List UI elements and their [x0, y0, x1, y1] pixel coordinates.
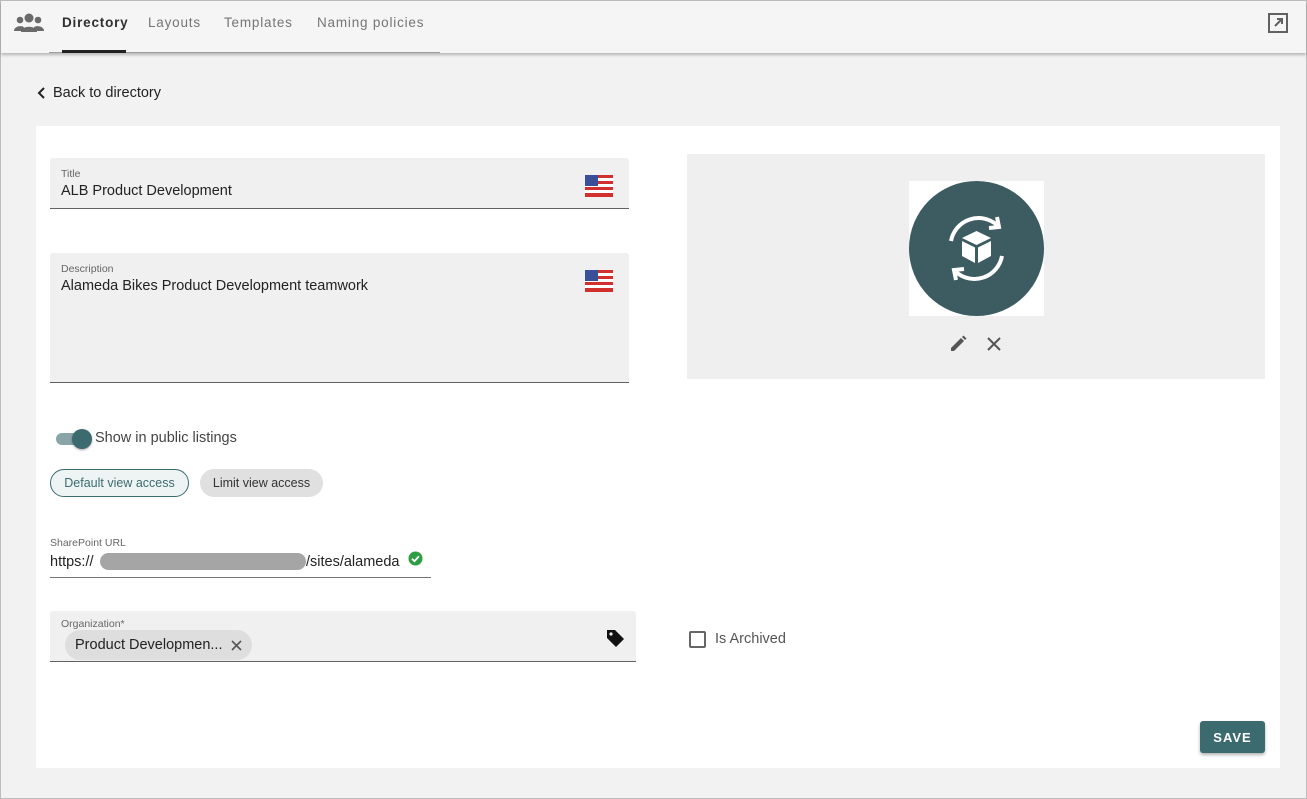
description-field[interactable]: Description Alameda Bikes Product Develo… — [50, 253, 629, 383]
active-tab-indicator — [62, 50, 126, 53]
close-icon[interactable] — [985, 335, 1003, 353]
chevron-left-icon — [37, 87, 45, 99]
save-button[interactable]: SAVE — [1200, 721, 1265, 753]
organization-field[interactable]: Organization* Product Developmen... — [50, 611, 636, 662]
group-image — [909, 181, 1044, 316]
organization-label: Organization* — [61, 618, 125, 630]
toggle-knob — [72, 429, 92, 449]
back-link-label: Back to directory — [53, 85, 161, 101]
description-label: Description — [61, 263, 114, 275]
title-value[interactable]: ALB Product Development — [61, 183, 232, 199]
pencil-icon[interactable] — [948, 334, 968, 354]
group-image-panel — [687, 154, 1265, 379]
organization-chip: Product Developmen... — [65, 630, 252, 660]
limit-view-access-button[interactable]: Limit view access — [200, 469, 323, 497]
top-navigation: Directory Layouts Templates Naming polic… — [1, 1, 1306, 53]
us-flag-icon[interactable] — [585, 270, 613, 292]
sharepoint-url-input[interactable]: https:// /sites/alameda — [50, 551, 431, 578]
back-to-directory-link[interactable]: Back to directory — [35, 83, 161, 103]
remove-chip-icon[interactable] — [230, 639, 242, 651]
title-field[interactable]: Title ALB Product Development — [50, 158, 629, 209]
tab-naming-policies[interactable]: Naming policies — [317, 15, 424, 30]
is-archived-label: Is Archived — [715, 631, 786, 647]
url-suffix: /sites/alameda — [306, 554, 400, 570]
public-listings-toggle[interactable] — [56, 429, 92, 449]
url-prefix: https:// — [50, 554, 94, 570]
is-archived-checkbox[interactable] — [689, 631, 706, 648]
redacted-domain — [100, 553, 306, 570]
box-refresh-icon — [909, 181, 1044, 316]
tab-directory[interactable]: Directory — [62, 15, 128, 30]
tab-layouts[interactable]: Layouts — [148, 15, 201, 30]
tab-templates[interactable]: Templates — [224, 15, 293, 30]
people-group-icon — [14, 13, 44, 32]
check-circle-icon — [408, 551, 423, 566]
public-listings-label: Show in public listings — [95, 430, 237, 446]
description-value[interactable]: Alameda Bikes Product Development teamwo… — [61, 278, 368, 294]
tag-icon[interactable] — [605, 628, 625, 648]
group-settings-card: Title ALB Product Development Descriptio… — [36, 126, 1280, 768]
sharepoint-url-label: SharePoint URL — [50, 537, 126, 549]
title-label: Title — [61, 168, 81, 180]
organization-chip-label: Product Developmen... — [75, 637, 223, 653]
open-external-icon[interactable] — [1267, 12, 1289, 34]
default-view-access-button[interactable]: Default view access — [50, 469, 189, 497]
us-flag-icon[interactable] — [585, 175, 613, 197]
